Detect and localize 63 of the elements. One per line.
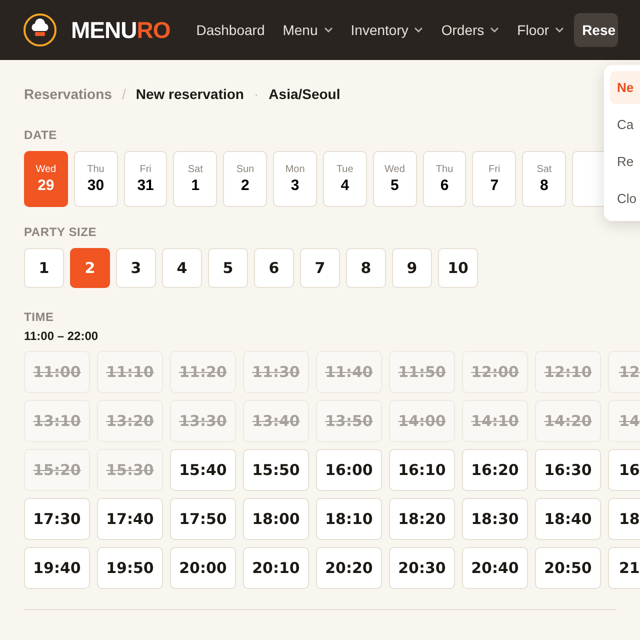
time-slot[interactable]: 17:30 [24, 498, 90, 540]
chef-hat-logo-icon [23, 13, 57, 47]
time-slot[interactable]: 16 [608, 449, 640, 491]
nav-item[interactable]: Dashboard [188, 14, 273, 46]
dropdown-option[interactable]: Clo [610, 182, 640, 215]
time-slot[interactable]: 20:30 [389, 547, 455, 589]
date-card[interactable]: Sat 1 [173, 151, 218, 207]
party-size-option[interactable]: 7 [300, 248, 340, 288]
party-size-option[interactable]: 4 [162, 248, 202, 288]
time-slot[interactable]: 18:40 [535, 498, 601, 540]
nav-item[interactable]: Rese [574, 13, 618, 47]
time-slot[interactable]: 20:20 [316, 547, 382, 589]
date-card[interactable]: Fri 7 [472, 151, 516, 207]
time-slot[interactable]: 18:30 [462, 498, 528, 540]
section-label: DATE [24, 128, 58, 142]
nav-item[interactable]: Orders [433, 14, 508, 46]
time-slot[interactable]: 16:30 [535, 449, 601, 491]
opening-hours: 11:00 – 22:00 [24, 329, 100, 343]
section-label: TIME [24, 310, 55, 324]
breadcrumb-separator: / [122, 86, 126, 102]
party-size-option[interactable]: 5 [208, 248, 248, 288]
nav-item[interactable]: Menu [274, 14, 341, 46]
section-label: PARTY SIZE [24, 225, 98, 239]
party-size-option[interactable]: 10 [438, 248, 478, 288]
dropdown-option[interactable]: Re [610, 145, 640, 178]
nav-item[interactable]: Inventory [342, 14, 432, 46]
time-slot[interactable]: 16:10 [389, 449, 455, 491]
time-slot[interactable]: 15:40 [170, 449, 236, 491]
time-slot[interactable]: 20:50 [535, 547, 601, 589]
time-slot[interactable]: 19:40 [24, 547, 90, 589]
time-slot[interactable]: 18:10 [316, 498, 382, 540]
breadcrumb-current: New reservation [136, 86, 244, 102]
party-size-option[interactable]: 3 [116, 248, 156, 288]
party-size-option[interactable]: 6 [254, 248, 294, 288]
date-card[interactable]: Sat 8 [522, 151, 566, 207]
time-slot[interactable]: 18:20 [389, 498, 455, 540]
party-size-option[interactable]: 8 [346, 248, 386, 288]
time-slot[interactable]: 15:50 [243, 449, 309, 491]
time-slot[interactable]: 16:20 [462, 449, 528, 491]
date-card[interactable]: Thu 6 [422, 151, 466, 207]
time-slot[interactable]: 17:50 [170, 498, 236, 540]
time-slot[interactable]: 18 [608, 498, 640, 540]
time-slot[interactable]: 17:40 [97, 498, 163, 540]
time-slot[interactable]: 18:00 [243, 498, 309, 540]
date-card[interactable]: Sun 2 [223, 151, 268, 207]
time-slot[interactable]: 21 [608, 547, 640, 589]
date-card[interactable]: Mon 3 [273, 151, 317, 207]
dropdown-option[interactable]: Ca [610, 108, 640, 141]
party-size-option[interactable]: 1 [24, 248, 64, 288]
brand-name: MENURO [71, 16, 170, 44]
time-slot[interactable]: 20:40 [462, 547, 528, 589]
time-slot[interactable]: 19:50 [97, 547, 163, 589]
date-card[interactable]: Thu 30 [74, 151, 118, 207]
party-size-option[interactable]: 9 [392, 248, 432, 288]
date-card[interactable]: Fri 31 [124, 151, 168, 207]
time-slot[interactable]: 20:10 [243, 547, 309, 589]
timezone-label: Asia/Seoul [268, 86, 340, 102]
date-card[interactable]: Wed 5 [372, 151, 417, 207]
time-slot[interactable]: 16:00 [316, 449, 382, 491]
date-card[interactable]: Tue 4 [322, 151, 367, 207]
breadcrumb-separator: · [254, 86, 259, 102]
time-slot[interactable]: 20:00 [170, 547, 236, 589]
nav-item[interactable]: Floor [509, 14, 572, 46]
